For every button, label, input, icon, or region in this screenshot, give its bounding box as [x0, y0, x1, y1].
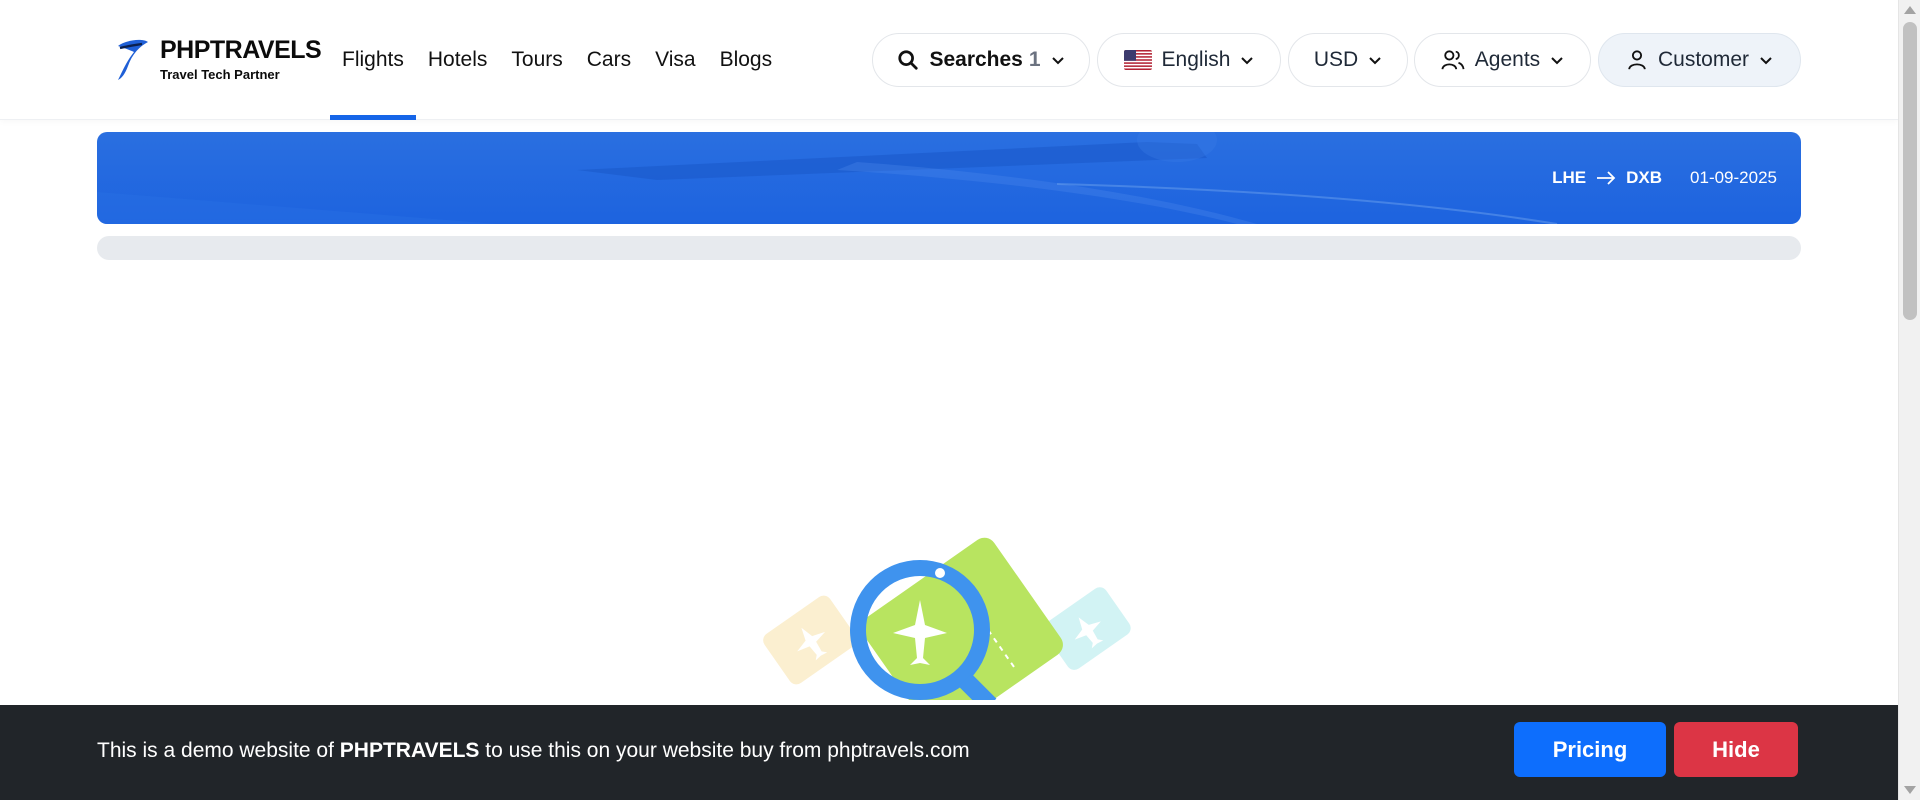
nav-cars[interactable]: Cars: [575, 0, 643, 120]
chevron-down-icon: [1369, 57, 1381, 65]
loading-progress-bar: [97, 236, 1801, 260]
nav-blogs[interactable]: Blogs: [708, 0, 785, 120]
searches-label: Searches: [929, 48, 1023, 71]
users-icon: [1441, 50, 1465, 70]
scroll-down-icon[interactable]: [1904, 786, 1916, 794]
customer-dropdown[interactable]: Customer: [1598, 33, 1801, 87]
departure-date: 01-09-2025: [1690, 168, 1777, 187]
search-summary-banner: LHE DXB 01-09-2025: [97, 132, 1801, 224]
pricing-button[interactable]: Pricing: [1514, 722, 1666, 777]
language-label: English: [1161, 48, 1231, 71]
chevron-down-icon: [1241, 57, 1254, 65]
search-icon: [898, 50, 919, 70]
flight-search-illustration: [763, 537, 1131, 700]
agents-dropdown[interactable]: Agents: [1414, 33, 1591, 87]
user-icon: [1628, 50, 1646, 70]
site-header: PHPTRAVELS Travel Tech Partner Flights H…: [0, 0, 1898, 120]
chevron-down-icon: [1051, 57, 1064, 65]
scrollbar-thumb[interactable]: [1903, 22, 1917, 320]
searches-count: 1: [1028, 48, 1041, 71]
destination-code: DXB: [1626, 168, 1663, 187]
airplane-wing-background: [97, 132, 1558, 224]
logo-subtitle: Travel Tech Partner: [160, 66, 280, 82]
nav-flights[interactable]: Flights: [330, 0, 416, 120]
nav-hotels[interactable]: Hotels: [416, 0, 500, 120]
page-scrollbar[interactable]: [1898, 0, 1920, 800]
logo-title: PHPTRAVELS: [160, 35, 322, 64]
demo-notice-text: This is a demo website of PHPTRAVELS to …: [97, 739, 970, 763]
hide-button[interactable]: Hide: [1674, 722, 1798, 777]
logo-icon: [118, 39, 148, 80]
agents-label: Agents: [1474, 48, 1541, 71]
nav-visa[interactable]: Visa: [643, 0, 707, 120]
main-nav: Flights Hotels Tours Cars Visa Blogs: [330, 0, 784, 120]
demo-text-after: to use this on your website buy from php…: [479, 739, 970, 762]
currency-dropdown[interactable]: USD: [1288, 33, 1408, 87]
chevron-down-icon: [1760, 57, 1772, 65]
demo-notice-bar: This is a demo website of PHPTRAVELS to …: [0, 705, 1898, 800]
language-dropdown[interactable]: English: [1097, 33, 1281, 87]
nav-tours[interactable]: Tours: [499, 0, 574, 120]
logo[interactable]: PHPTRAVELS Travel Tech Partner: [112, 35, 322, 82]
route-summary: LHE DXB 01-09-2025: [1552, 168, 1777, 188]
currency-label: USD: [1313, 48, 1359, 71]
demo-text-before: This is a demo website of: [97, 739, 340, 762]
scroll-up-icon[interactable]: [1904, 6, 1916, 14]
us-flag-icon: [1123, 50, 1152, 70]
origin-code: LHE: [1552, 168, 1587, 187]
customer-label: Customer: [1657, 48, 1750, 71]
chevron-down-icon: [1551, 57, 1563, 65]
arrow-right-icon: [1597, 171, 1616, 185]
demo-brand: PHPTRAVELS: [339, 739, 480, 762]
searches-dropdown[interactable]: Searches 1: [872, 33, 1090, 87]
